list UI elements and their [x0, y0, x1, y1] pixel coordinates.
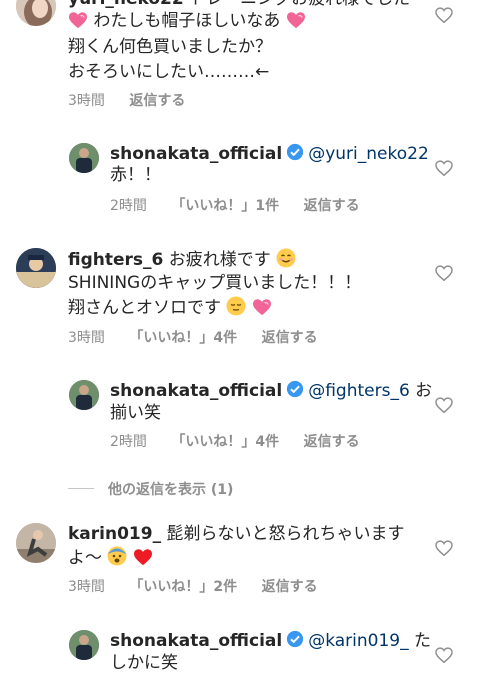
- pink-heart-icon: [286, 11, 306, 29]
- comment-text: yuri_neko22 トレーニングお疲れ様でした: [68, 0, 410, 10]
- red-heart-icon: [133, 548, 153, 566]
- avatar-photo: [16, 248, 56, 288]
- reply-button[interactable]: 返信する: [304, 434, 360, 450]
- smiling-face-icon: [276, 248, 296, 268]
- like-heart-icon[interactable]: [435, 540, 453, 556]
- comment-username[interactable]: fighters_6: [68, 250, 163, 270]
- comment-username[interactable]: shonakata_official: [110, 381, 282, 401]
- avatar-photo: [16, 523, 56, 563]
- verified-badge-icon: [286, 143, 304, 161]
- avatar[interactable]: [16, 523, 56, 563]
- comment-line: しかに笑: [110, 653, 178, 673]
- like-heart-icon[interactable]: [435, 397, 453, 413]
- likes-count[interactable]: 「いいね！」4件: [129, 330, 237, 346]
- likes-count[interactable]: 「いいね！」2件: [129, 579, 237, 595]
- avatar[interactable]: [16, 0, 56, 26]
- avatar[interactable]: [16, 248, 56, 288]
- comment-username[interactable]: shonakata_official: [110, 631, 282, 651]
- comment-meta: 2時間 「いいね！」4件 返信する: [110, 431, 380, 451]
- reply-button[interactable]: 返信する: [262, 579, 318, 595]
- avatar-photo: [69, 143, 99, 173]
- comment-meta: 3時間 「いいね！」4件 返信する: [68, 327, 338, 347]
- comment-line: わたしも帽子ほしいなあ: [93, 11, 281, 31]
- comment-line: 翔さんとオソロです: [68, 298, 221, 318]
- reply-button[interactable]: 返信する: [129, 93, 185, 109]
- comment-line: た: [414, 631, 432, 651]
- comment-time: 3時間: [68, 93, 105, 109]
- avatar[interactable]: [69, 143, 99, 173]
- comment-line: 髭剃らないと怒られちゃいます: [166, 524, 405, 544]
- comment-line: おそろいにしたい………←: [68, 62, 270, 82]
- pink-heart-icon: [68, 11, 88, 29]
- comment-time: 3時間: [68, 330, 105, 346]
- likes-count[interactable]: 「いいね！」4件: [171, 434, 279, 450]
- comment-line-row: 翔さんとオソロです: [68, 296, 272, 319]
- comment-text: shonakata_official @karin019_ た: [110, 630, 431, 652]
- comment-text: shonakata_official @fighters_6 お: [110, 380, 432, 402]
- comment-line: よ〜: [68, 548, 102, 568]
- comment-line: 揃い笑: [110, 403, 161, 423]
- avatar-photo: [69, 630, 99, 660]
- avatar[interactable]: [69, 380, 99, 410]
- comment-line-row: わたしも帽子ほしいなあ: [68, 10, 306, 32]
- comment-meta: 2時間 「いいね！」1件 返信する: [110, 195, 380, 215]
- comment-time: 2時間: [110, 434, 147, 450]
- comment-meta: 3時間 「いいね！」2件 返信する: [68, 576, 338, 596]
- comment-line: トレーニングお疲れ様でした: [189, 0, 410, 9]
- comment-time: 2時間: [110, 198, 147, 214]
- mention-link[interactable]: @karin019_: [308, 631, 408, 651]
- verified-badge-icon: [286, 630, 304, 648]
- reply-button[interactable]: 返信する: [262, 330, 318, 346]
- mention-link[interactable]: @yuri_neko22: [308, 144, 429, 164]
- comment-line: 赤！！: [110, 165, 161, 185]
- comment-meta: 3時間 返信する: [68, 90, 205, 110]
- likes-count[interactable]: 「いいね！」1件: [171, 198, 279, 214]
- view-more-replies-button[interactable]: 他の返信を表示 (1): [108, 479, 233, 499]
- avatar-photo: [69, 380, 99, 410]
- comment-text: fighters_6 お疲れ様です: [68, 248, 296, 271]
- comment-text: shonakata_official @yuri_neko22: [110, 143, 429, 165]
- like-heart-icon[interactable]: [435, 647, 453, 663]
- comment-line: SHININGのキャップ買いました！！！: [68, 273, 362, 293]
- like-heart-icon[interactable]: [435, 160, 453, 176]
- reply-button[interactable]: 返信する: [304, 198, 360, 214]
- verified-badge-icon: [286, 380, 304, 398]
- pink-heart-icon: [252, 298, 272, 316]
- relieved-face-icon: [226, 296, 246, 316]
- view-replies-divider: [68, 488, 94, 489]
- comment-username[interactable]: yuri_neko22: [68, 0, 184, 9]
- like-heart-icon[interactable]: [435, 7, 453, 23]
- avatar[interactable]: [69, 630, 99, 660]
- comment-username[interactable]: shonakata_official: [110, 144, 282, 164]
- comment-line: お: [415, 381, 433, 401]
- comment-time: 3時間: [68, 579, 105, 595]
- comment-username[interactable]: karin019_: [68, 524, 161, 544]
- comment-text: karin019_ 髭剃らないと怒られちゃいます: [68, 523, 404, 545]
- avatar-photo: [16, 0, 56, 26]
- fearful-face-icon: [107, 546, 127, 566]
- comment-line: お疲れ様です: [168, 250, 271, 270]
- comment-line-row: よ〜: [68, 546, 153, 569]
- like-heart-icon[interactable]: [435, 265, 453, 281]
- mention-link[interactable]: @fighters_6: [308, 381, 410, 401]
- comment-line: 翔くん何色買いましたか？: [68, 37, 272, 57]
